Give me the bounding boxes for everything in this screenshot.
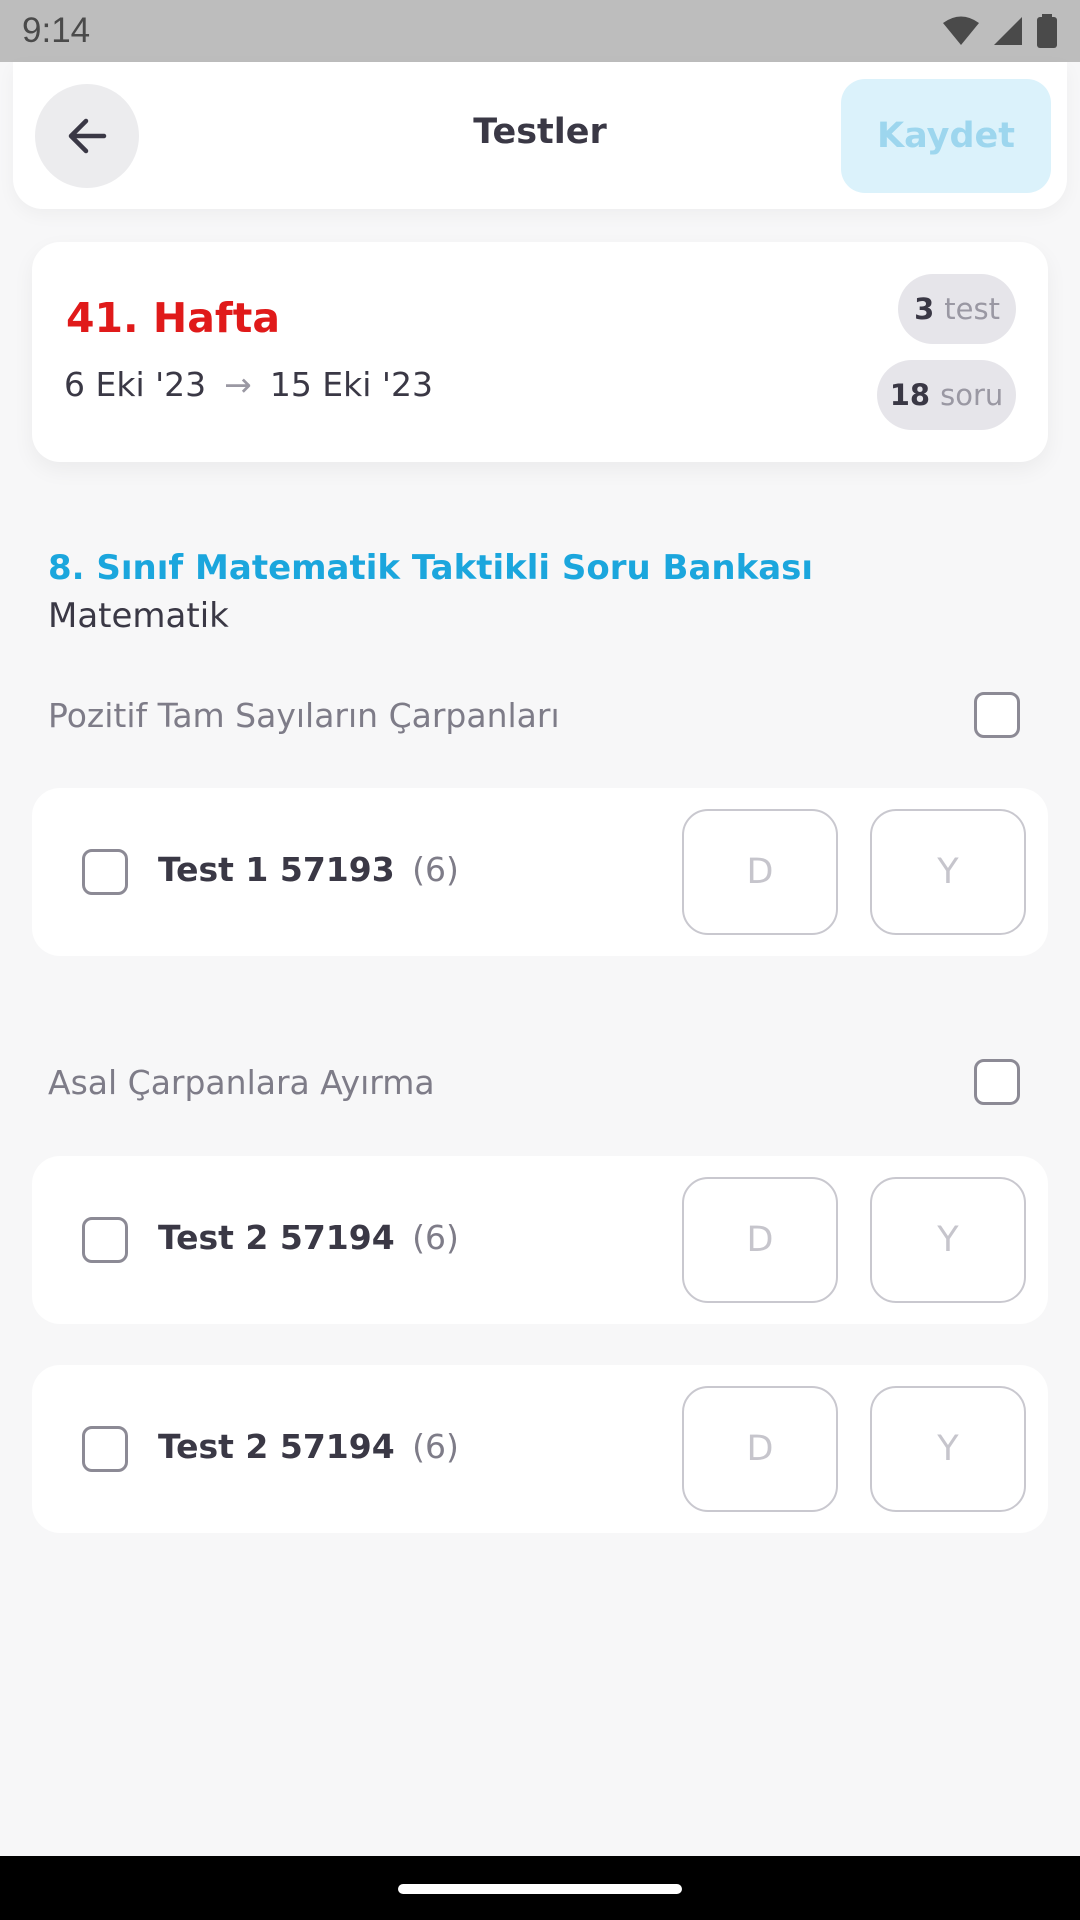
test-count-badge: 3 test bbox=[898, 274, 1016, 344]
test-count-unit: test bbox=[944, 292, 1000, 326]
status-icons bbox=[942, 14, 1058, 48]
test-checkbox[interactable] bbox=[82, 1426, 128, 1472]
status-time: 9:14 bbox=[22, 11, 91, 50]
book-title: 8. Sınıf Matematik Taktikli Soru Bankası bbox=[48, 548, 814, 588]
correct-count-input[interactable]: D bbox=[682, 1386, 838, 1512]
topic-checkbox[interactable] bbox=[974, 692, 1020, 738]
test-name: Test 2 57194 (6) bbox=[158, 1218, 459, 1257]
system-navigation-bar bbox=[0, 1856, 1080, 1920]
test-title: Test 2 57194 bbox=[158, 1218, 395, 1257]
topic-label: Asal Çarpanlara Ayırma bbox=[48, 1062, 435, 1102]
week-title: 41. Hafta bbox=[66, 294, 280, 342]
subject-label: Matematik bbox=[48, 596, 229, 636]
test-question-count: (6) bbox=[412, 1427, 459, 1466]
home-gesture-handle[interactable] bbox=[398, 1884, 682, 1894]
week-summary-card: 41. Hafta 6 Eki '23 → 15 Eki '23 3 test … bbox=[32, 242, 1048, 462]
test-card: Test 2 57194 (6) D Y bbox=[32, 1156, 1048, 1324]
test-question-count: (6) bbox=[412, 850, 459, 889]
wrong-count-input[interactable]: Y bbox=[870, 1386, 1026, 1512]
question-count-unit: soru bbox=[940, 378, 1004, 412]
test-card: Test 2 57194 (6) D Y bbox=[32, 1365, 1048, 1533]
question-count-badge: 18 soru bbox=[877, 360, 1016, 430]
question-count-value: 18 bbox=[889, 378, 931, 412]
correct-count-input[interactable]: D bbox=[682, 1177, 838, 1303]
topic-row: Pozitif Tam Sayıların Çarpanları bbox=[48, 690, 1020, 740]
top-app-bar: Testler Kaydet bbox=[13, 62, 1067, 209]
signal-icon bbox=[994, 17, 1022, 45]
test-name: Test 2 57194 (6) bbox=[158, 1427, 459, 1466]
week-start-date: 6 Eki '23 bbox=[64, 365, 207, 404]
test-title: Test 2 57194 bbox=[158, 1427, 395, 1466]
wrong-count-input[interactable]: Y bbox=[870, 1177, 1026, 1303]
test-question-count: (6) bbox=[412, 1218, 459, 1257]
week-end-date: 15 Eki '23 bbox=[269, 365, 433, 404]
correct-count-input[interactable]: D bbox=[682, 809, 838, 935]
week-date-range: 6 Eki '23 → 15 Eki '23 bbox=[64, 365, 433, 404]
battery-icon bbox=[1037, 14, 1057, 48]
topic-label: Pozitif Tam Sayıların Çarpanları bbox=[48, 695, 560, 735]
save-button[interactable]: Kaydet bbox=[841, 79, 1051, 193]
test-checkbox[interactable] bbox=[82, 1217, 128, 1263]
test-title: Test 1 57193 bbox=[158, 850, 395, 889]
test-card: Test 1 57193 (6) D Y bbox=[32, 788, 1048, 956]
topic-checkbox[interactable] bbox=[974, 1059, 1020, 1105]
test-checkbox[interactable] bbox=[82, 849, 128, 895]
topic-row: Asal Çarpanlara Ayırma bbox=[48, 1057, 1020, 1107]
wrong-count-input[interactable]: Y bbox=[870, 809, 1026, 935]
test-name: Test 1 57193 (6) bbox=[158, 850, 459, 889]
arrow-right-icon: → bbox=[224, 365, 252, 404]
wifi-icon bbox=[943, 16, 979, 45]
status-bar: 9:14 bbox=[0, 0, 1080, 62]
test-count-value: 3 bbox=[914, 292, 935, 326]
